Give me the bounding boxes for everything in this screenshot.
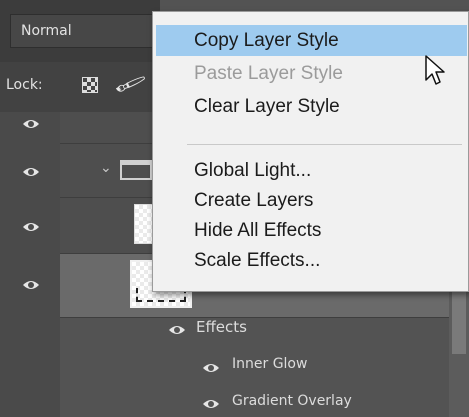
eye-icon[interactable]: [202, 362, 220, 374]
menu-item-hide-all-effects[interactable]: Hide All Effects: [156, 215, 467, 246]
blend-mode-bar: Normal: [0, 0, 160, 62]
menu-item-copy-layer-style[interactable]: Copy Layer Style: [156, 25, 467, 56]
menu-item-paste-layer-style: Paste Layer Style: [194, 63, 343, 84]
lock-transparent-pixels-icon[interactable]: [82, 77, 98, 93]
folder-icon: [120, 160, 152, 180]
lock-label: Lock:: [6, 77, 43, 93]
cursor-arrow-icon: [424, 54, 448, 92]
eye-icon[interactable]: [22, 166, 40, 178]
eye-icon[interactable]: [22, 118, 40, 130]
menu-separator: [187, 144, 462, 145]
menu-item-scale-effects[interactable]: Scale Effects...: [156, 245, 467, 276]
blend-mode-value: Normal: [21, 23, 72, 39]
context-menu: Copy Layer Style Paste Layer Style Clear…: [152, 11, 469, 292]
effect-inner-glow[interactable]: Inner Glow: [232, 356, 307, 372]
visibility-column: [0, 112, 60, 417]
menu-item-create-layers[interactable]: Create Layers: [156, 185, 467, 216]
effects-label: Effects: [196, 318, 247, 336]
menu-item-clear-layer-style[interactable]: Clear Layer Style: [156, 91, 467, 122]
effect-gradient-overlay[interactable]: Gradient Overlay: [232, 393, 352, 409]
eye-icon[interactable]: [22, 221, 40, 233]
eye-icon[interactable]: [202, 398, 220, 410]
blend-mode-dropdown[interactable]: Normal: [10, 14, 158, 48]
menu-item-global-light[interactable]: Global Light...: [156, 155, 467, 186]
chevron-down-icon[interactable]: ⌄: [100, 160, 112, 176]
eye-icon[interactable]: [168, 324, 186, 336]
eye-icon[interactable]: [22, 279, 40, 291]
lock-row: Lock: 🖌: [0, 62, 160, 112]
lock-image-pixels-icon[interactable]: 🖌: [113, 68, 148, 101]
